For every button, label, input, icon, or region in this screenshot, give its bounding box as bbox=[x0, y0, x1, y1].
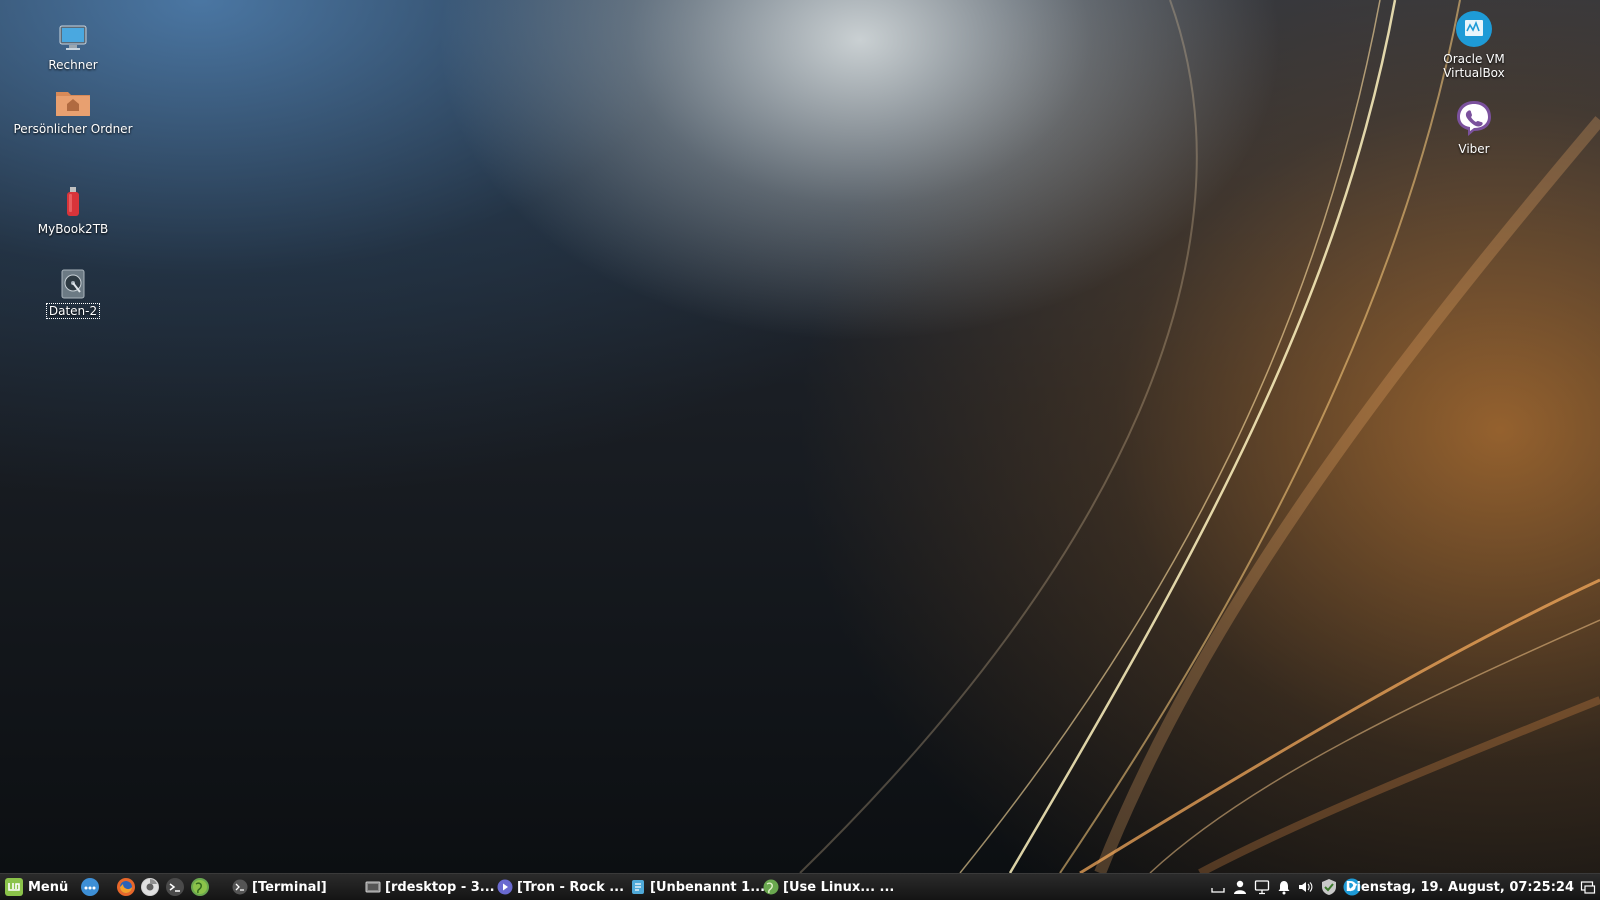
window-button-tron[interactable]: [Tron - Rock ... bbox=[497, 874, 624, 900]
window-button-rdesktop[interactable]: [rdesktop - 3... bbox=[365, 874, 495, 900]
window-button-label: [rdesktop - 3... bbox=[385, 879, 495, 895]
window-button-unbenannt[interactable]: [Unbenannt 1... bbox=[630, 874, 765, 900]
desktop-icon-label: Daten-2 bbox=[45, 303, 101, 319]
desktop-icon-mybook2tb[interactable]: MyBook2TB bbox=[8, 186, 138, 236]
web-browser-icon bbox=[763, 879, 779, 895]
desktop-icon-virtualbox[interactable]: Oracle VM VirtualBox bbox=[1409, 10, 1539, 80]
desktop: Rechner Persönlicher Ordner MyBook2TB Da… bbox=[0, 0, 1600, 873]
firefox-icon bbox=[120, 881, 132, 893]
chrome-icon bbox=[142, 879, 158, 895]
network-icon[interactable] bbox=[1254, 879, 1270, 895]
desktop-icon-home-folder[interactable]: Persönlicher Ordner bbox=[8, 86, 138, 136]
desktop-icon-label: Oracle VM VirtualBox bbox=[1443, 52, 1505, 80]
mint-menu-icon bbox=[5, 878, 23, 896]
computer-icon bbox=[59, 25, 87, 50]
wallpaper-swooshes bbox=[799, 0, 1600, 873]
usb-drive-icon bbox=[67, 187, 79, 216]
window-button-use-linux[interactable]: [Use Linux... ... bbox=[763, 874, 894, 900]
desktop-icon-label: Rechner bbox=[48, 58, 98, 72]
web-browser-icon bbox=[193, 880, 207, 894]
show-desktop-icon[interactable] bbox=[1580, 879, 1596, 895]
document-icon bbox=[632, 880, 644, 894]
desktop-icon-label: Viber bbox=[1458, 142, 1490, 156]
window-button-terminal[interactable]: [Terminal] bbox=[232, 874, 327, 900]
media-player-icon bbox=[497, 879, 513, 895]
window-button-label: [Tron - Rock ... bbox=[517, 879, 625, 895]
web-browser-launcher[interactable] bbox=[191, 878, 209, 896]
volume-icon[interactable] bbox=[1297, 879, 1313, 895]
window-button-label: [Terminal] bbox=[252, 879, 327, 895]
show-desktop-launcher[interactable] bbox=[81, 878, 99, 896]
taskbar: Menü [Terminal] [rdesktop - 3... [Tron -… bbox=[0, 873, 1600, 900]
notification-icon[interactable] bbox=[1276, 879, 1292, 895]
window-button-label: [Unbenannt 1... bbox=[650, 879, 766, 895]
desktop-icon-viber[interactable]: Viber bbox=[1409, 98, 1539, 156]
desktop-icon-label: Persönlicher Ordner bbox=[13, 122, 133, 136]
menu-button[interactable]: Menü bbox=[4, 874, 68, 900]
chrome-launcher[interactable] bbox=[141, 878, 159, 896]
shield-icon[interactable] bbox=[1320, 878, 1338, 896]
show-desktop-icon bbox=[84, 886, 96, 890]
home-folder-icon bbox=[56, 92, 90, 116]
clock[interactable]: Dienstag, 19. August, 07:25:24 bbox=[1346, 874, 1574, 900]
clock-text: Dienstag, 19. August, 07:25:24 bbox=[1345, 879, 1574, 895]
window-button-label: [Use Linux... ... bbox=[783, 879, 895, 895]
hard-disk-icon bbox=[61, 269, 85, 299]
window-icon bbox=[365, 881, 381, 893]
terminal-launcher[interactable] bbox=[166, 878, 184, 896]
desktop-icon-daten-2[interactable]: Daten-2 bbox=[8, 268, 138, 319]
user-icon[interactable] bbox=[1232, 879, 1248, 895]
terminal-icon bbox=[232, 879, 248, 895]
desktop-icon-label: MyBook2TB bbox=[37, 222, 109, 236]
firefox-launcher[interactable] bbox=[117, 878, 135, 896]
terminal-icon bbox=[169, 883, 180, 892]
desktop-icon-rechner[interactable]: Rechner bbox=[8, 22, 138, 72]
viber-icon bbox=[1457, 101, 1491, 136]
keyboard-icon[interactable] bbox=[1210, 879, 1226, 895]
virtualbox-icon bbox=[1456, 11, 1492, 47]
menu-label: Menü bbox=[28, 879, 69, 895]
